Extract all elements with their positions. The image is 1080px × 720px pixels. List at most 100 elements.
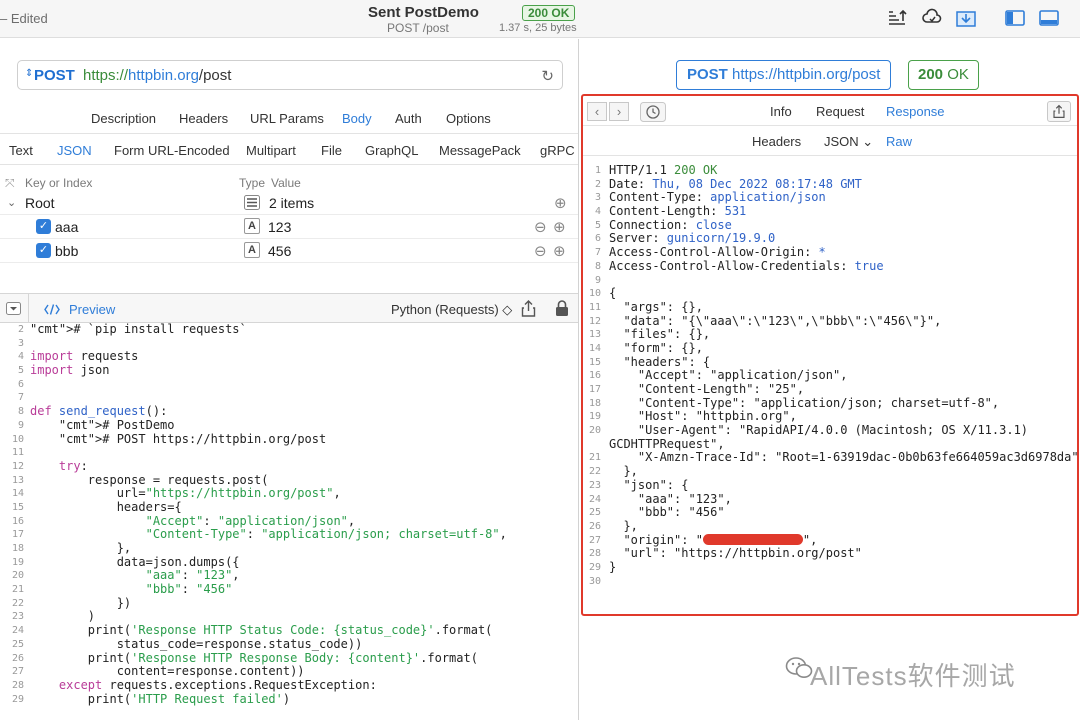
download-icon[interactable] [955,8,977,28]
code-line[interactable]: ) [30,610,507,624]
response-line[interactable]: } [609,560,1077,575]
response-line[interactable]: "args": {}, [609,300,1077,315]
code-line[interactable]: except requests.exceptions.RequestExcept… [30,678,507,693]
raw-response-view[interactable]: 1 2 3 4 5 6 7 8 9 10 11 12 13 14 15 16 17 18 19 20 21 22 23 24 2… [583,164,1077,616]
kv-row-aaa[interactable]: ✓ aaa A 123 ⊖ ⊕ [0,215,578,239]
response-line[interactable]: "headers": { [609,355,1077,370]
code-line[interactable]: print('Response HTTP Status Code: {statu… [30,623,507,638]
response-line[interactable]: }, [609,464,1077,479]
history-icon[interactable] [640,102,666,122]
tab-auth[interactable]: Auth [395,111,422,126]
response-line[interactable]: "form": {}, [609,341,1077,356]
response-line[interactable]: "url": "https://httpbin.org/post" [609,547,1077,561]
code-line[interactable]: content=response.content)) [30,664,507,679]
code-line[interactable]: import requests [30,350,507,364]
response-line[interactable]: "X-Amzn-Trace-Id": "Root=1-63919dac-0b0b… [609,451,1077,465]
format-messagepack[interactable]: MessagePack [439,143,521,158]
add-item-icon[interactable]: ⊕ [554,194,567,212]
response-line[interactable]: Content-Type: application/json [609,191,1077,205]
string-type-icon[interactable]: A [244,218,260,234]
kv-root-row[interactable]: ⌄ Root 2 items ⊕ [0,191,578,215]
code-line[interactable]: "cmt"># PostDemo [30,418,507,433]
response-line[interactable]: "data": "{\"aaa\":\"123\",\"bbb\":\"456\… [609,314,1077,329]
tab-info[interactable]: Info [770,104,792,119]
share-icon[interactable] [1047,101,1071,122]
back-icon[interactable]: ‹ [587,102,607,121]
tab-body[interactable]: Body [342,111,372,126]
code-line[interactable]: "cmt"># `pip install requests` [30,323,507,337]
code-line[interactable]: try: [30,459,507,474]
response-line[interactable]: "aaa": "123", [609,492,1077,507]
subtab-raw[interactable]: Raw [886,134,912,149]
left-sidebar-toggle-icon[interactable] [1004,8,1026,28]
preview-label[interactable]: Preview [69,302,115,317]
format-text[interactable]: Text [9,143,33,158]
response-line[interactable]: Access-Control-Allow-Origin: * [609,245,1077,260]
kv-key[interactable]: aaa [55,219,78,235]
add-item-icon[interactable]: ⊕ [553,242,566,260]
chevron-down-icon[interactable]: ⌄ [7,196,16,209]
http-method-select[interactable]: POST [34,67,75,84]
code-line[interactable]: headers={ [30,500,507,515]
code-line[interactable]: "Accept": "application/json", [30,514,507,529]
forward-icon[interactable]: › [609,102,629,121]
format-file[interactable]: File [321,143,342,158]
share-icon[interactable] [521,300,536,317]
response-line[interactable]: { [609,286,1077,301]
code-line[interactable]: "bbb": "456" [30,582,507,597]
enable-checkbox-aaa[interactable]: ✓ [36,219,51,234]
remove-item-icon[interactable]: ⊖ [534,218,547,236]
add-item-icon[interactable]: ⊕ [553,218,566,236]
kv-row-bbb[interactable]: ✓ bbb A 456 ⊖ ⊕ [0,239,578,263]
format-form-url-encoded[interactable]: Form URL-Encoded [114,143,230,158]
response-line[interactable]: "origin": " ", [609,533,1077,548]
code-text[interactable]: "cmt"># `pip install requests`​import re… [30,323,507,706]
tab-response[interactable]: Response [886,104,945,119]
code-line[interactable]: import json [30,363,507,378]
code-line[interactable]: url="https://httpbin.org/post", [30,486,507,501]
tab-request[interactable]: Request [816,104,864,119]
sort-icon[interactable] [886,8,908,28]
code-line[interactable]: ​ [30,446,507,460]
bottom-panel-toggle-icon[interactable] [1038,8,1060,28]
response-line[interactable]: Access-Control-Allow-Credentials: true [609,259,1077,274]
code-line[interactable]: }, [30,541,507,556]
response-line[interactable]: Content-Length: 531 [609,204,1077,219]
remove-item-icon[interactable]: ⊖ [534,242,547,260]
subtab-headers[interactable]: Headers [752,134,801,149]
code-line[interactable]: def send_request(): [30,404,507,419]
collapse-all-icon[interactable]: ⤧ [5,176,15,191]
enable-checkbox-bbb[interactable]: ✓ [36,243,51,258]
response-text[interactable]: HTTP/1.1 200 OK Date: Thu, 08 Dec 2022 08… [609,164,1077,588]
language-select[interactable]: Python (Requests) ◇ [391,302,512,318]
cookie-cloud-icon[interactable] [921,8,943,28]
response-line[interactable]: Date: Thu, 08 Dec 2022 08:17:48 GMT [609,177,1077,192]
tab-url-params[interactable]: URL Params [250,111,324,126]
response-line[interactable]: GCDHTTPRequest", [609,437,1077,452]
code-line[interactable]: print('Response HTTP Response Body: {con… [30,651,507,666]
format-multipart[interactable]: Multipart [246,143,296,158]
tab-options[interactable]: Options [446,111,491,126]
code-line[interactable]: ​ [30,337,507,351]
response-line[interactable]: }, [609,519,1077,534]
format-grpc[interactable]: gRPC [540,143,575,158]
subtab-json[interactable]: JSON ⌄ [824,134,873,150]
tab-description[interactable]: Description [91,111,156,126]
code-line[interactable]: data=json.dumps({ [30,555,507,570]
kv-key[interactable]: bbb [55,243,78,259]
tab-headers[interactable]: Headers [179,111,228,126]
response-line[interactable]: HTTP/1.1 200 OK [609,164,1077,178]
code-line[interactable]: "Content-Type": "application/json; chars… [30,527,507,542]
response-line[interactable]: Server: gunicorn/19.9.0 [609,232,1077,246]
list-type-icon[interactable] [244,195,260,210]
response-line[interactable]: Connection: close [609,218,1077,233]
response-line[interactable]: ​ [609,274,1077,288]
format-graphql[interactable]: GraphQL [365,143,418,158]
response-line[interactable]: "Content-Type": "application/json; chars… [609,396,1077,411]
response-line[interactable]: "files": {}, [609,328,1077,342]
response-line[interactable]: "Accept": "application/json", [609,369,1077,383]
generated-code-view[interactable]: 2 3 4 5 6 7 8 9 10 11 12 13 14 15 16 17 18 19 20 21 22 23 24 25… [0,323,578,720]
code-line[interactable]: "cmt"># POST https://httpbin.org/post [30,432,507,447]
response-line[interactable]: "Content-Length": "25", [609,382,1077,397]
method-select-arrows-icon[interactable]: ⇕ [25,68,33,79]
